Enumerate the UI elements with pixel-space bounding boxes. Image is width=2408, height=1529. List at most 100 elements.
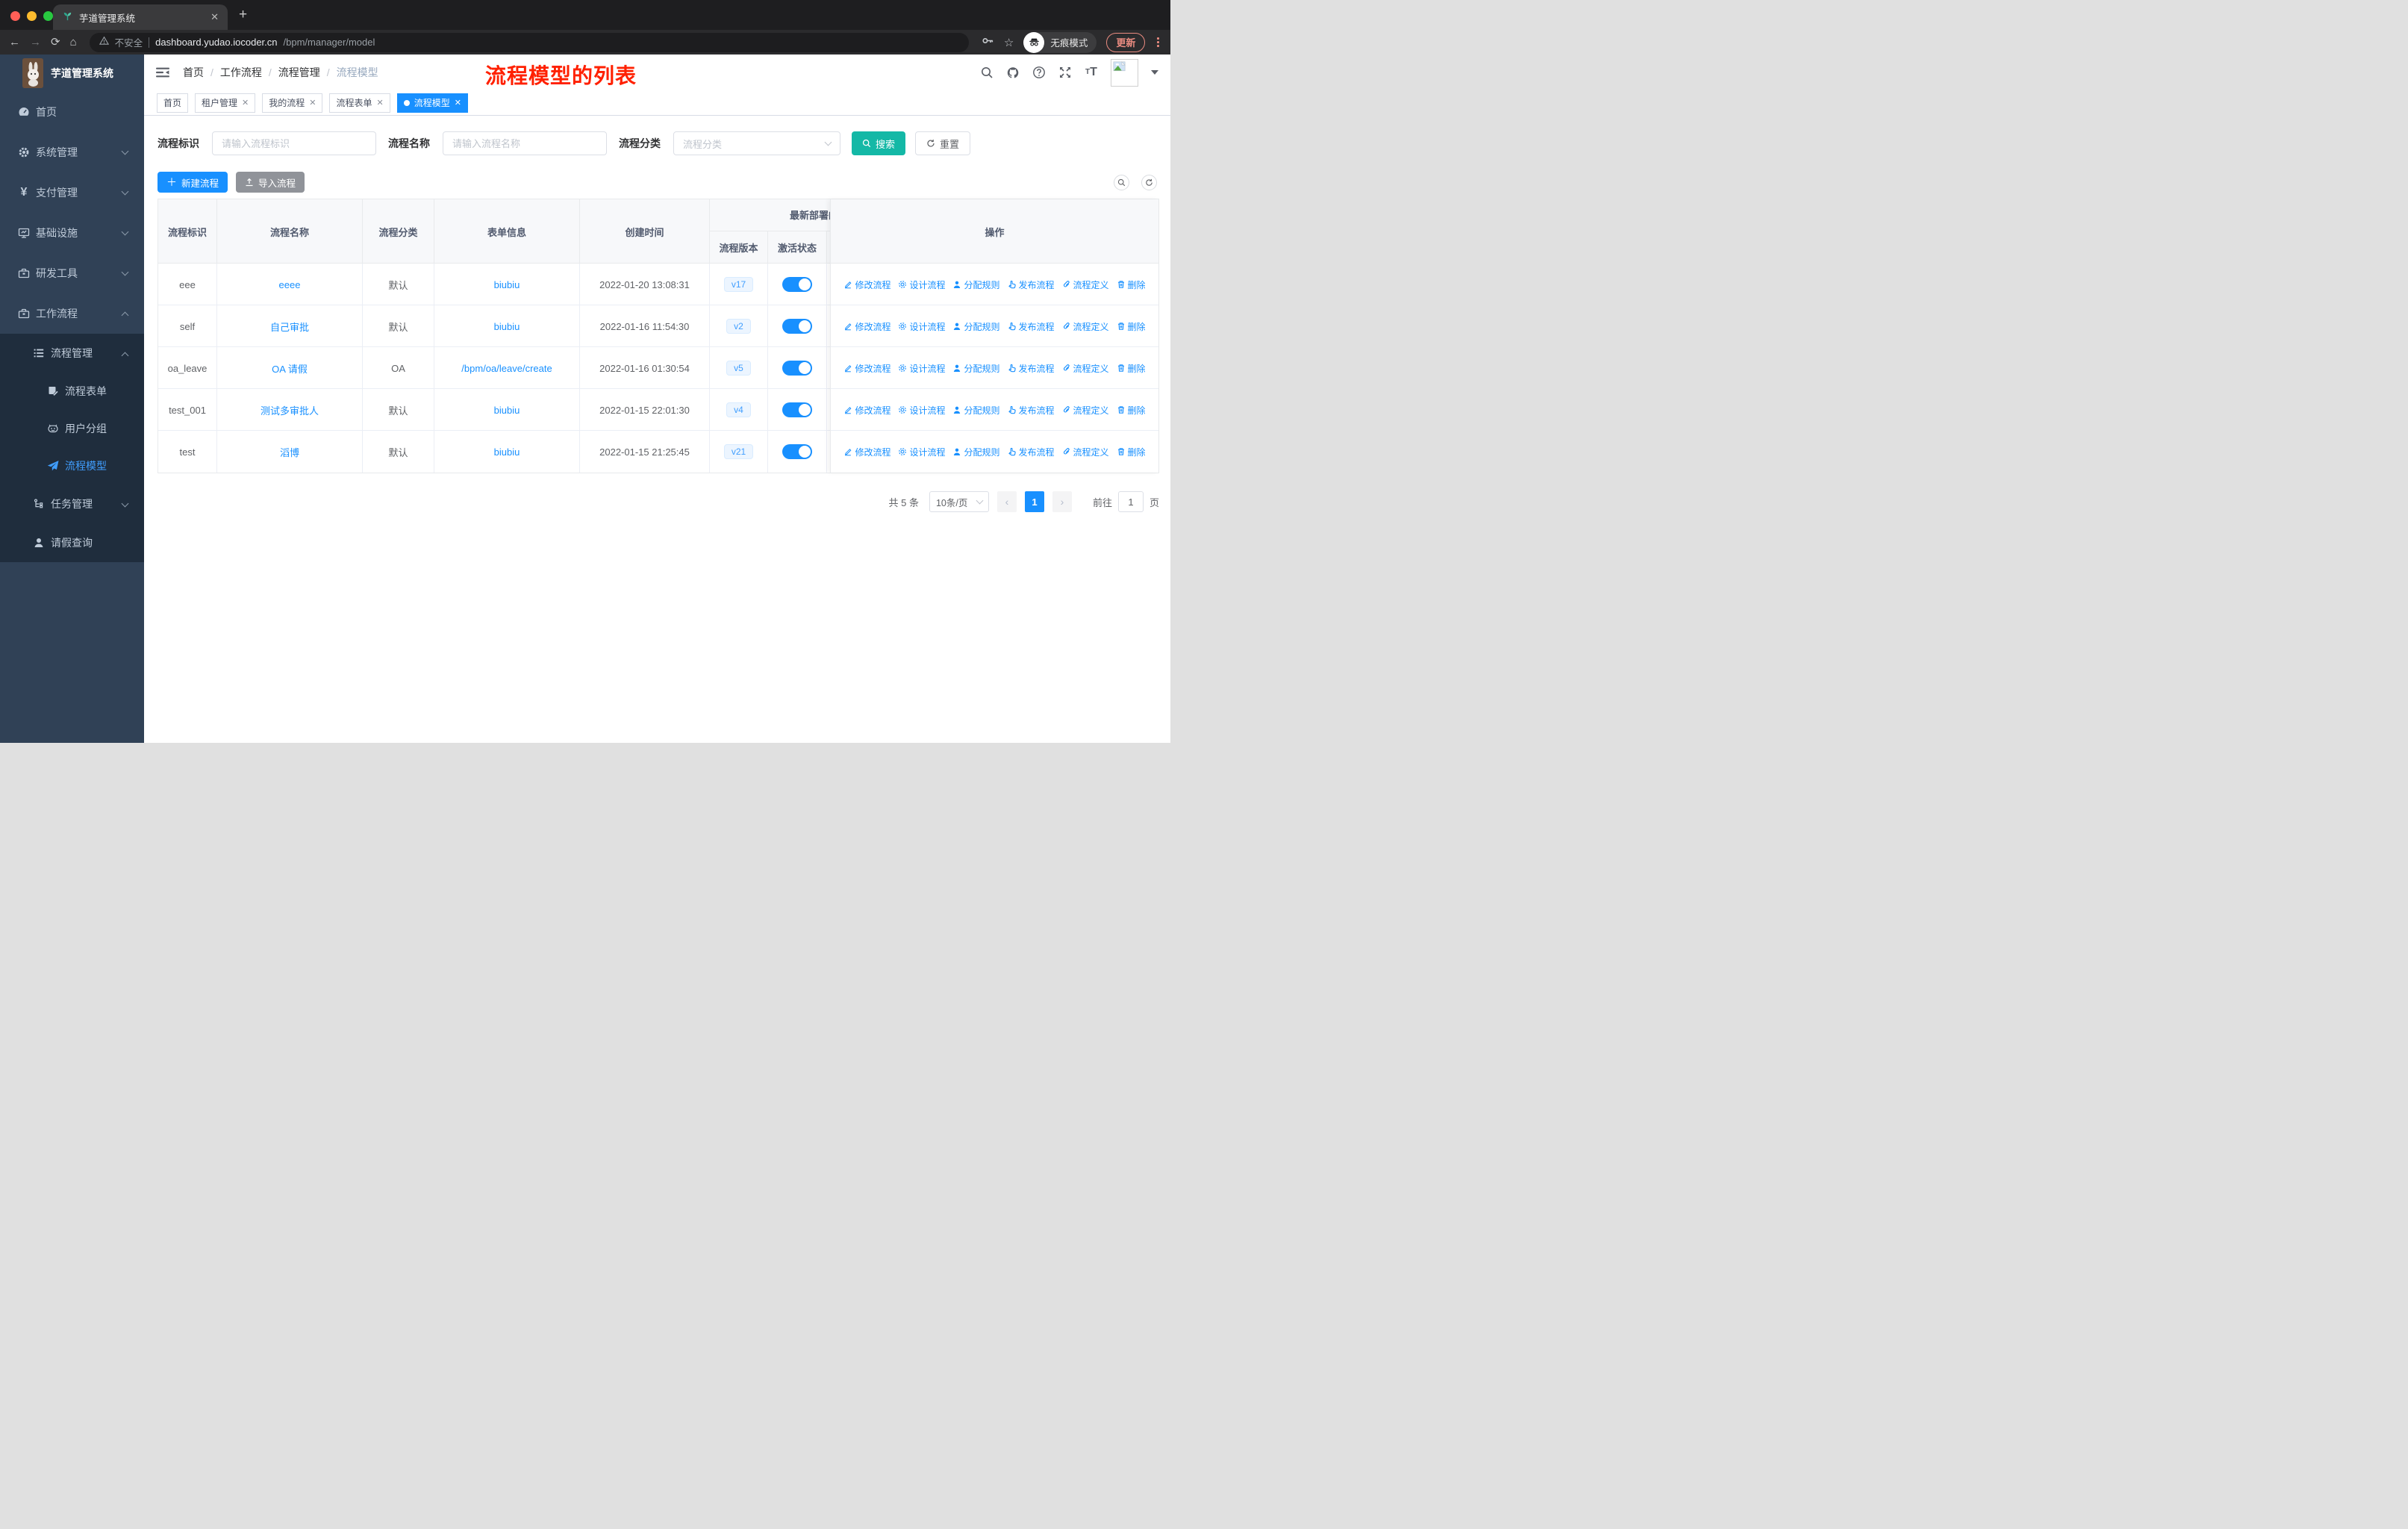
show-search-button[interactable] <box>1114 174 1129 190</box>
process-key-input[interactable] <box>212 131 376 155</box>
breadcrumb-process-management[interactable]: 流程管理 <box>278 65 320 80</box>
sidebar-fold-icon[interactable] <box>156 66 169 79</box>
maximize-window-button[interactable] <box>43 11 53 21</box>
back-icon[interactable]: ← <box>9 37 20 48</box>
design-process-link[interactable]: 设计流程 <box>898 362 945 375</box>
active-toggle[interactable] <box>782 277 812 292</box>
assign-rule-link[interactable]: 分配规则 <box>952 446 1000 458</box>
browser-tab[interactable]: 芋道管理系统 ✕ <box>53 4 228 30</box>
sidebar-item-home[interactable]: 首页 <box>0 92 144 132</box>
publish-process-link[interactable]: 发布流程 <box>1008 446 1055 458</box>
process-name-input[interactable] <box>443 131 607 155</box>
process-name-link[interactable]: 测试多审批人 <box>261 403 319 417</box>
process-category-select[interactable]: 流程分类 <box>673 131 840 155</box>
new-tab-button[interactable]: + <box>239 7 247 23</box>
minimize-window-button[interactable] <box>27 11 37 21</box>
prev-page-button[interactable]: ‹ <box>996 491 1017 512</box>
browser-update-button[interactable]: 更新 <box>1106 32 1146 52</box>
design-process-link[interactable]: 设计流程 <box>898 320 945 333</box>
edit-process-link[interactable]: 修改流程 <box>843 278 890 291</box>
breadcrumb-workflow[interactable]: 工作流程 <box>220 65 262 80</box>
sidebar-item-leave-query[interactable]: 请假查询 <box>0 523 144 562</box>
process-definition-link[interactable]: 流程定义 <box>1062 320 1109 333</box>
sidebar-item-process-management[interactable]: 流程管理 <box>0 334 144 373</box>
process-definition-link[interactable]: 流程定义 <box>1062 278 1109 291</box>
edit-process-link[interactable]: 修改流程 <box>843 446 890 458</box>
assign-rule-link[interactable]: 分配规则 <box>952 404 1000 417</box>
fullscreen-icon[interactable] <box>1058 66 1072 79</box>
tag-process-form[interactable]: 流程表单 ✕ <box>329 93 390 113</box>
publish-process-link[interactable]: 发布流程 <box>1008 278 1055 291</box>
tag-my-process[interactable]: 我的流程 ✕ <box>262 93 323 113</box>
publish-process-link[interactable]: 发布流程 <box>1008 320 1055 333</box>
search-icon[interactable] <box>980 66 994 79</box>
delete-link[interactable]: 删除 <box>1117 362 1146 375</box>
font-size-icon[interactable]: TT <box>1085 66 1098 79</box>
tag-process-model[interactable]: 流程模型 ✕ <box>396 93 468 113</box>
edit-process-link[interactable]: 修改流程 <box>843 320 890 333</box>
sidebar-item-devtools[interactable]: 研发工具 <box>0 253 144 293</box>
process-definition-link[interactable]: 流程定义 <box>1062 446 1109 458</box>
close-icon[interactable]: ✕ <box>242 98 249 108</box>
sidebar-item-system[interactable]: 系统管理 <box>0 132 144 172</box>
delete-link[interactable]: 删除 <box>1117 278 1146 291</box>
process-name-link[interactable]: 自己审批 <box>270 320 309 334</box>
reset-button[interactable]: 重置 <box>915 131 971 155</box>
assign-rule-link[interactable]: 分配规则 <box>952 320 1000 333</box>
process-definition-link[interactable]: 流程定义 <box>1062 404 1109 417</box>
publish-process-link[interactable]: 发布流程 <box>1008 404 1055 417</box>
create-process-button[interactable]: ＋ 新建流程 <box>157 172 228 193</box>
home-icon[interactable]: ⌂ <box>70 37 77 48</box>
help-icon[interactable] <box>1032 66 1046 79</box>
key-icon[interactable] <box>982 34 994 51</box>
process-definition-link[interactable]: 流程定义 <box>1062 362 1109 375</box>
tab-close-icon[interactable]: ✕ <box>210 11 219 23</box>
avatar-caret-icon[interactable] <box>1151 70 1158 75</box>
sidebar-item-process-model[interactable]: 流程模型 <box>0 447 144 485</box>
current-page-button[interactable]: 1 <box>1024 491 1044 512</box>
form-info-link[interactable]: biubiu <box>494 405 520 416</box>
active-toggle[interactable] <box>782 444 812 459</box>
browser-menu-icon[interactable] <box>1155 37 1161 47</box>
next-page-button[interactable]: › <box>1052 491 1072 512</box>
delete-link[interactable]: 删除 <box>1117 446 1146 458</box>
sidebar-item-user-group[interactable]: 用户分组 <box>0 410 144 447</box>
process-name-link[interactable]: OA 请假 <box>272 361 308 376</box>
active-toggle[interactable] <box>782 319 812 334</box>
sidebar-item-payment[interactable]: ¥ 支付管理 <box>0 172 144 213</box>
close-icon[interactable]: ✕ <box>377 98 384 108</box>
form-info-link[interactable]: biubiu <box>494 321 520 332</box>
sidebar-item-workflow[interactable]: 工作流程 <box>0 293 144 334</box>
goto-page-input[interactable] <box>1117 491 1144 512</box>
assign-rule-link[interactable]: 分配规则 <box>952 362 1000 375</box>
tag-tenant-management[interactable]: 租户管理 ✕ <box>195 93 256 113</box>
process-name-link[interactable]: 滔博 <box>280 445 299 459</box>
refresh-button[interactable] <box>1141 174 1157 190</box>
form-info-link[interactable]: /bpm/oa/leave/create <box>461 363 552 374</box>
tag-home[interactable]: 首页 <box>157 93 189 113</box>
breadcrumb-home[interactable]: 首页 <box>183 65 204 80</box>
form-info-link[interactable]: biubiu <box>494 446 520 458</box>
search-button[interactable]: 搜索 <box>852 131 906 155</box>
page-size-select[interactable]: 10条/页 <box>929 491 989 512</box>
delete-link[interactable]: 删除 <box>1117 320 1146 333</box>
design-process-link[interactable]: 设计流程 <box>898 404 945 417</box>
design-process-link[interactable]: 设计流程 <box>898 446 945 458</box>
forward-icon[interactable]: → <box>30 37 41 48</box>
active-toggle[interactable] <box>782 402 812 417</box>
form-info-link[interactable]: biubiu <box>494 279 520 290</box>
url-bar[interactable]: 不安全 dashboard.yudao.iocoder.cn /bpm/mana… <box>89 32 969 52</box>
sidebar-item-infrastructure[interactable]: 基础设施 <box>0 213 144 253</box>
edit-process-link[interactable]: 修改流程 <box>843 404 890 417</box>
github-icon[interactable] <box>1006 66 1020 79</box>
sidebar-item-process-form[interactable]: 流程表单 <box>0 373 144 410</box>
close-icon[interactable]: ✕ <box>309 98 316 108</box>
sidebar-item-task-management[interactable]: 任务管理 <box>0 485 144 523</box>
design-process-link[interactable]: 设计流程 <box>898 278 945 291</box>
assign-rule-link[interactable]: 分配规则 <box>952 278 1000 291</box>
publish-process-link[interactable]: 发布流程 <box>1008 362 1055 375</box>
import-process-button[interactable]: 导入流程 <box>236 172 305 193</box>
active-toggle[interactable] <box>782 361 812 376</box>
avatar[interactable] <box>1111 58 1138 87</box>
close-window-button[interactable] <box>10 11 20 21</box>
